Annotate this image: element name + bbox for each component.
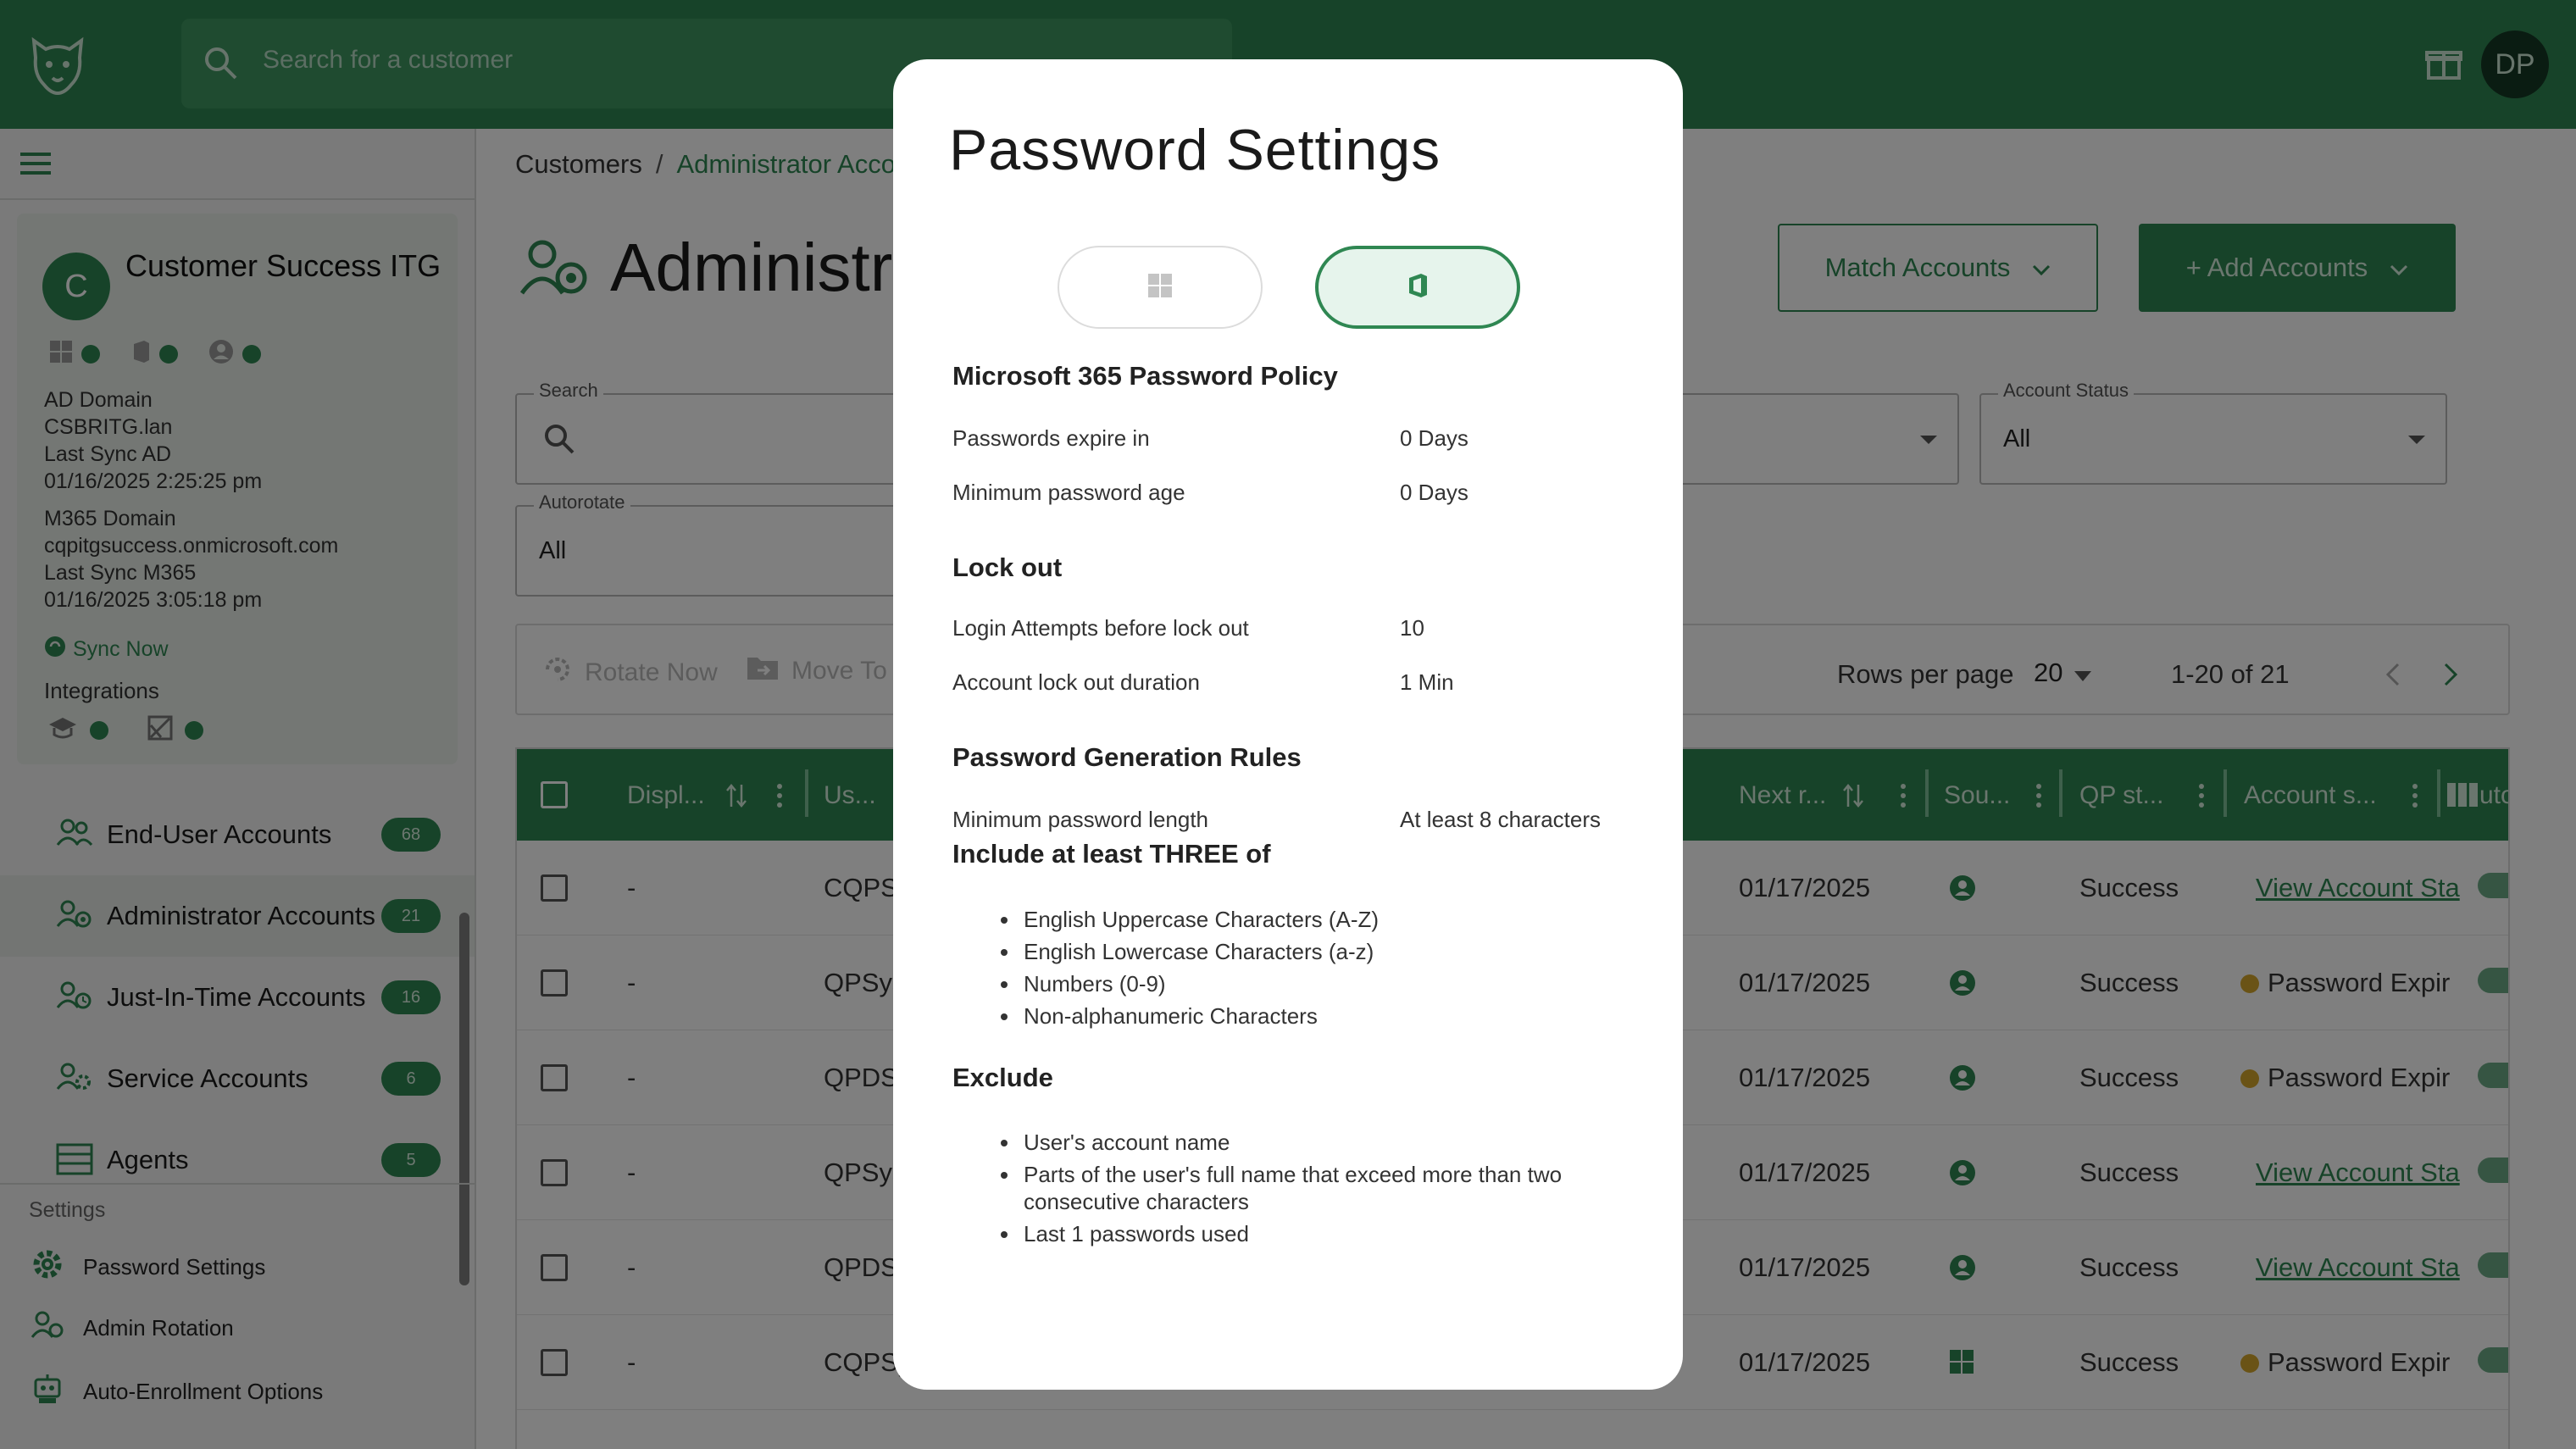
office-icon [1407,272,1429,303]
dialog-title: Password Settings [949,118,1441,182]
min-length-label: Minimum password length [952,807,1209,832]
list-item: Parts of the user's full name that excee… [1020,1161,1630,1215]
min-length-value: At least 8 characters [1400,807,1601,832]
list-item: Non-alphanumeric Characters [1020,1000,1630,1032]
windows-icon [1147,273,1173,303]
attempts-value: 10 [1400,615,1424,641]
password-settings-dialog: Password Settings Microsoft 365 Password… [893,59,1683,1390]
expire-value: 0 Days [1400,425,1468,451]
list-item: English Uppercase Characters (A-Z) [1020,903,1630,935]
list-item: Last 1 passwords used [1020,1220,1630,1247]
list-item: User's account name [1020,1129,1630,1156]
exclude-heading: Exclude [952,1063,1053,1092]
include-list: English Uppercase Characters (A-Z) Engli… [1020,903,1630,1032]
tab-windows-ad[interactable] [1058,246,1263,329]
min-age-value: 0 Days [1400,480,1468,505]
expire-label: Passwords expire in [952,425,1150,451]
duration-value: 1 Min [1400,669,1454,695]
attempts-label: Login Attempts before lock out [952,615,1249,641]
list-item: Numbers (0-9) [1020,968,1630,1000]
duration-label: Account lock out duration [952,669,1200,695]
min-age-label: Minimum password age [952,480,1185,505]
policy-heading: Microsoft 365 Password Policy [952,361,1338,391]
list-item: English Lowercase Characters (a-z) [1020,935,1630,968]
include-heading: Include at least THREE of [952,839,1271,869]
exclude-list: User's account name Parts of the user's … [1020,1129,1630,1247]
lockout-heading: Lock out [952,552,1063,582]
generation-heading: Password Generation Rules [952,742,1302,772]
tab-microsoft-365[interactable] [1315,246,1520,329]
